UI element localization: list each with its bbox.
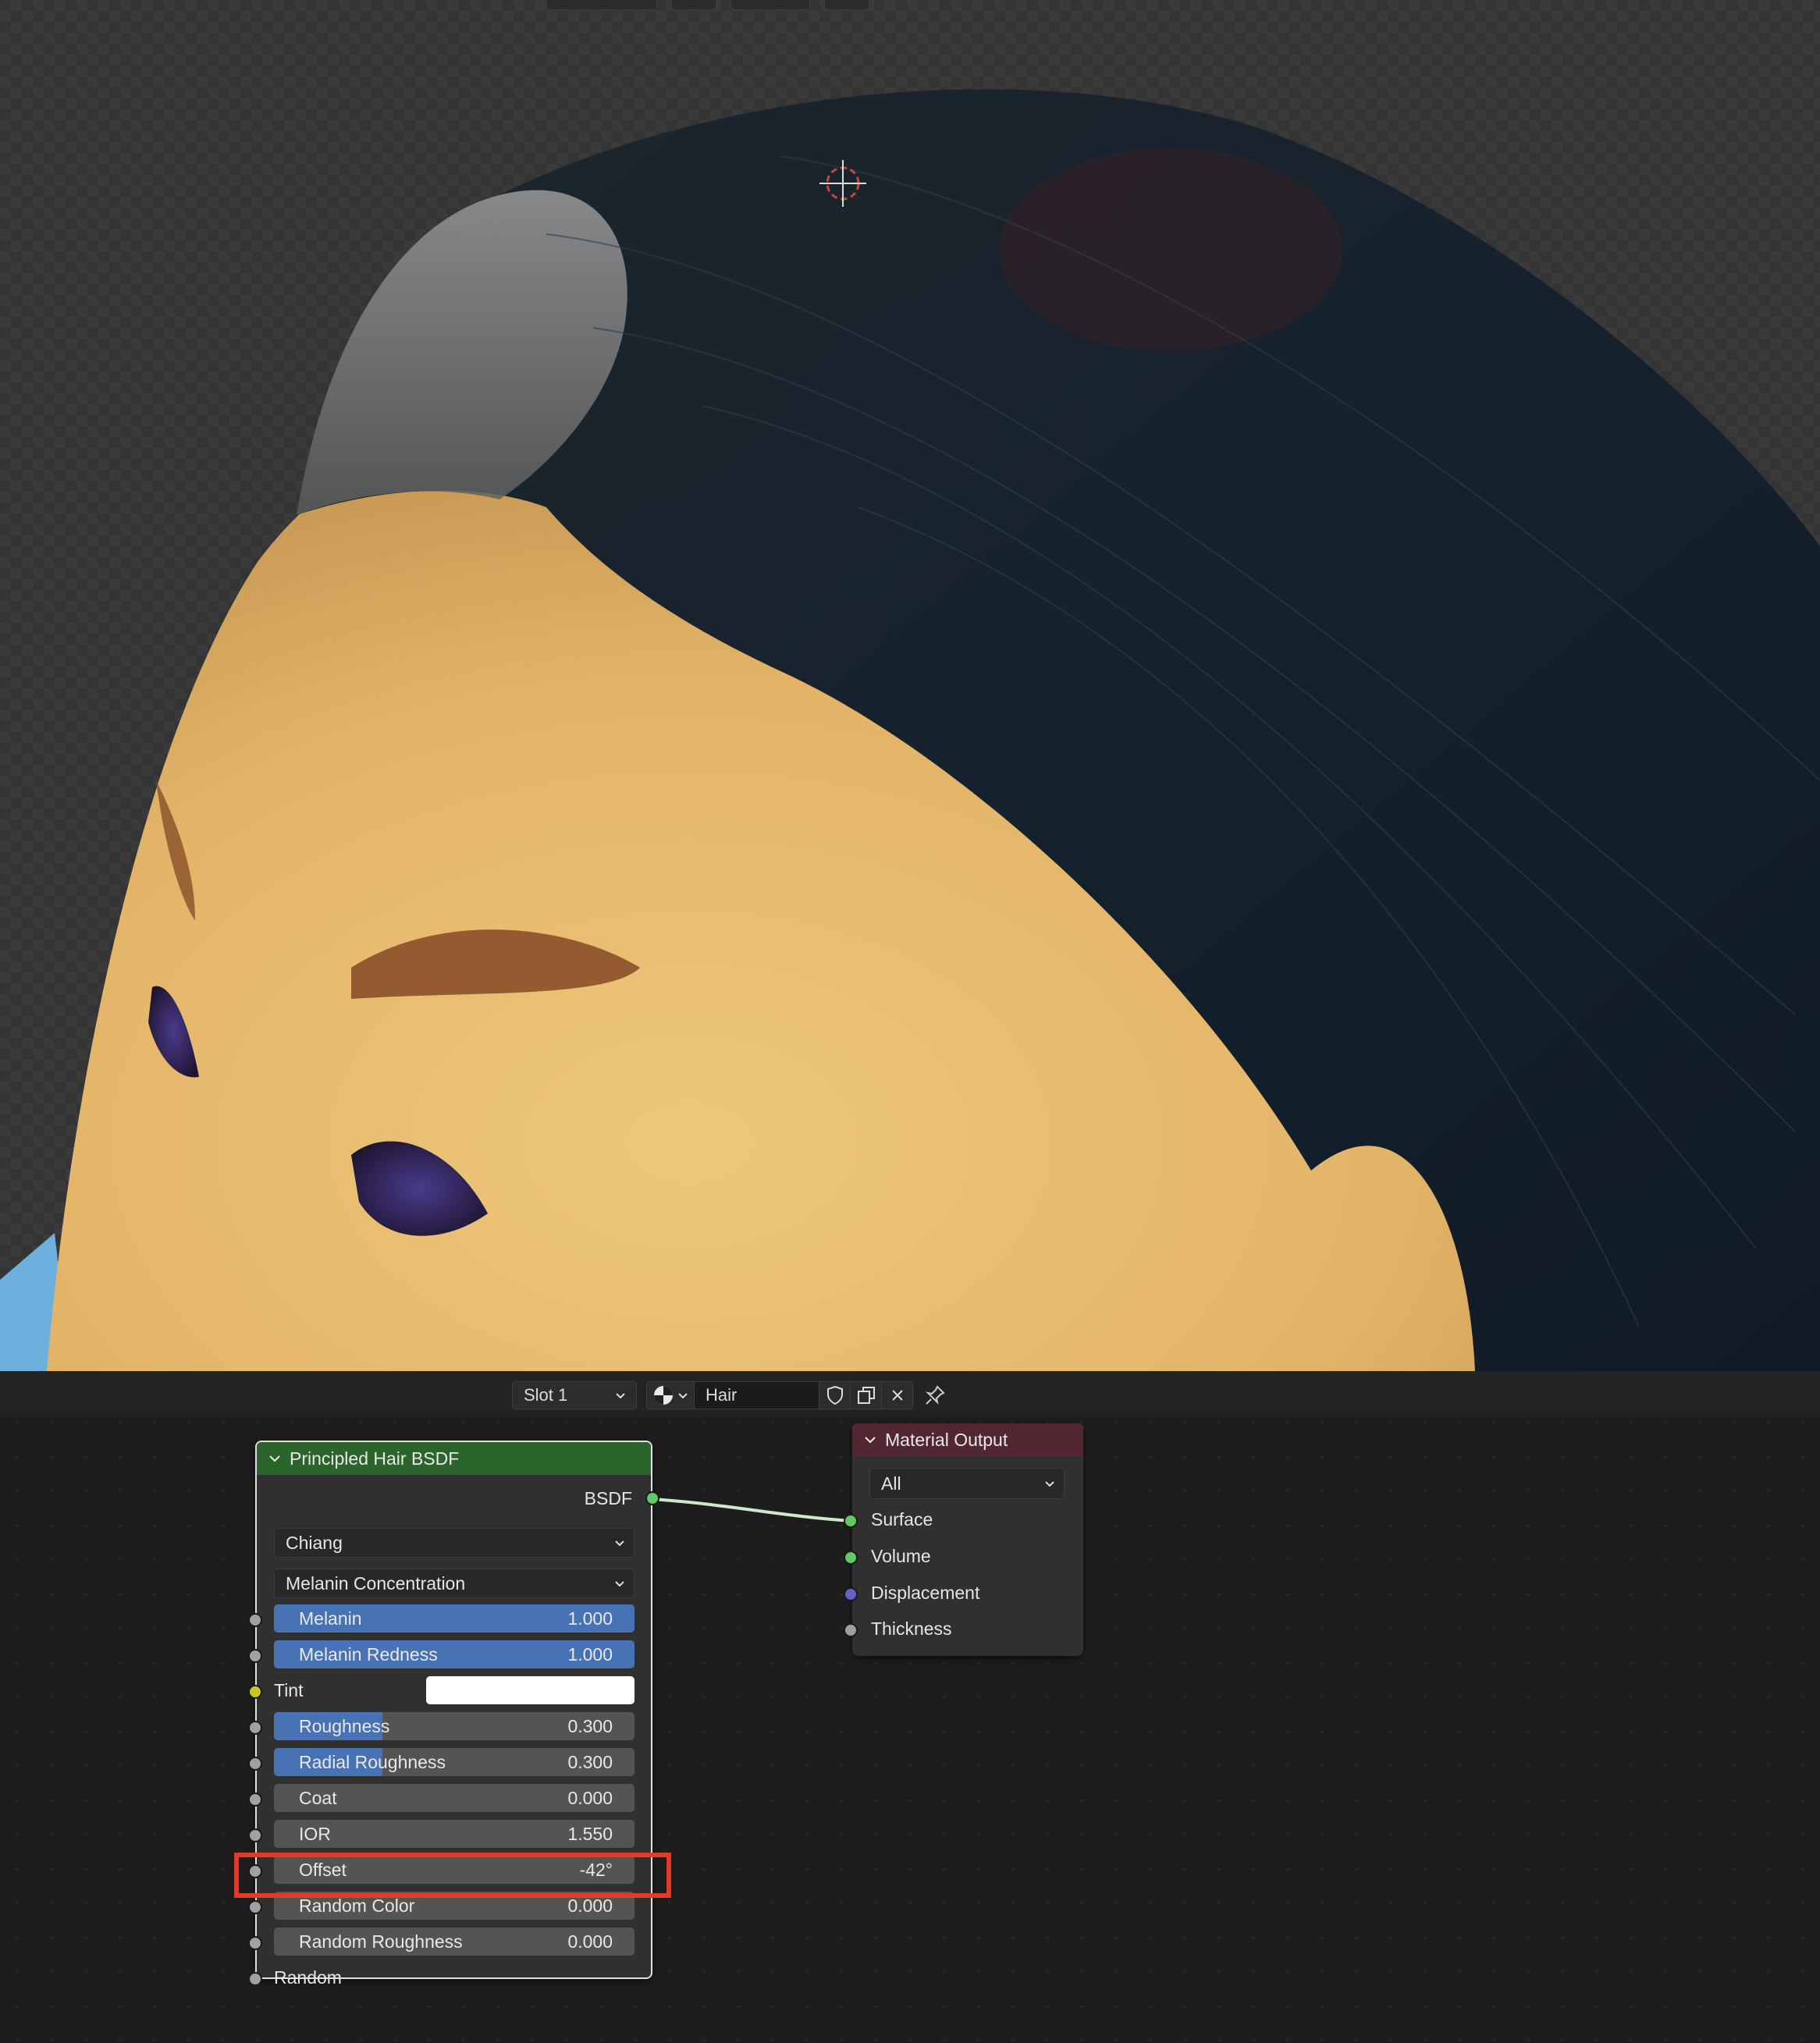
input-label-surface: Surface (871, 1509, 933, 1530)
collapse-chevron-icon[interactable] (863, 1435, 877, 1444)
field-label: Melanin Redness (299, 1644, 438, 1665)
viewport-header (546, 0, 869, 10)
input-label-displacement: Displacement (871, 1583, 980, 1603)
chevron-down-icon (1045, 1481, 1054, 1487)
input-socket-tint[interactable] (248, 1685, 262, 1699)
node-title: Principled Hair BSDF (290, 1448, 460, 1469)
model-value: Chiang (286, 1532, 343, 1553)
material-output-node[interactable]: Material Output All Surface Volume Displ… (844, 1423, 1083, 1656)
transform-orientation-button[interactable] (546, 0, 657, 10)
field-value: 1.000 (567, 1608, 613, 1629)
field-value: 0.000 (567, 1788, 613, 1808)
model-dropdown[interactable]: Chiang (274, 1528, 635, 1558)
input-socket-random-roughness[interactable] (248, 1936, 262, 1950)
radial-roughness-slider[interactable]: Radial Roughness 0.300 (274, 1748, 635, 1776)
input-socket-displacement[interactable] (844, 1587, 858, 1601)
roughness-slider[interactable]: Roughness 0.300 (274, 1712, 635, 1740)
target-value: All (881, 1473, 901, 1494)
coat-slider[interactable]: Coat 0.000 (274, 1784, 635, 1812)
target-dropdown[interactable]: All (869, 1468, 1065, 1499)
input-socket-radial-roughness[interactable] (248, 1757, 262, 1771)
input-socket-roughness[interactable] (248, 1721, 262, 1735)
tint-color-swatch[interactable] (426, 1676, 635, 1704)
pivot-button[interactable] (671, 0, 716, 10)
melanin-redness-slider[interactable]: Melanin Redness 1.000 (274, 1640, 635, 1668)
input-socket-melanin-redness[interactable] (248, 1649, 262, 1663)
input-socket-melanin[interactable] (248, 1613, 262, 1627)
field-value: 1.000 (567, 1644, 613, 1665)
input-socket-volume[interactable] (844, 1551, 858, 1565)
field-value: 1.550 (567, 1824, 613, 1844)
input-socket-random-color[interactable] (248, 1900, 262, 1914)
melanin-slider[interactable]: Melanin 1.000 (274, 1604, 635, 1633)
input-label-volume: Volume (871, 1546, 931, 1566)
field-label: Radial Roughness (299, 1752, 446, 1772)
parametrization-value: Melanin Concentration (286, 1572, 466, 1594)
render-preview (0, 89, 1820, 1371)
input-socket-coat[interactable] (248, 1793, 262, 1807)
field-label: Melanin (299, 1608, 362, 1629)
input-socket-random[interactable] (248, 1972, 262, 1986)
tint-label: Tint (274, 1680, 304, 1700)
random-roughness-slider[interactable]: Random Roughness 0.000 (274, 1928, 635, 1956)
input-socket-ior[interactable] (248, 1828, 262, 1842)
field-label: Random Roughness (299, 1931, 463, 1952)
output-socket-bsdf[interactable] (645, 1491, 659, 1505)
field-label: Coat (299, 1788, 337, 1808)
shader-node-editor[interactable]: Slot 1 Hair Principled Hair BSDF BSDF Ch… (0, 1371, 1820, 2043)
output-label-bsdf: BSDF (584, 1488, 632, 1508)
random-label: Random (274, 1967, 342, 1988)
ior-field[interactable]: IOR 1.550 (274, 1820, 635, 1848)
input-socket-thickness[interactable] (844, 1623, 858, 1637)
proportional-edit-button[interactable] (824, 0, 869, 10)
field-label: Roughness (299, 1716, 390, 1736)
3d-viewport[interactable] (0, 0, 1820, 1371)
chevron-down-icon (615, 1540, 624, 1547)
field-value: 0.300 (567, 1716, 613, 1736)
field-value: 0.000 (567, 1931, 613, 1952)
input-socket-surface[interactable] (844, 1514, 858, 1528)
field-label: IOR (299, 1824, 331, 1844)
node-title: Material Output (885, 1429, 1008, 1450)
collapse-chevron-icon[interactable] (268, 1454, 282, 1463)
snapping-button[interactable] (730, 0, 810, 10)
node-header[interactable]: Principled Hair BSDF (257, 1442, 651, 1475)
field-value: 0.300 (567, 1752, 613, 1772)
principled-hair-bsdf-node[interactable]: Principled Hair BSDF BSDF Chiang Melanin… (248, 1441, 659, 1988)
parametrization-dropdown[interactable]: Melanin Concentration (274, 1569, 635, 1598)
offset-highlight-box (234, 1853, 671, 1898)
node-header[interactable]: Material Output (852, 1423, 1083, 1456)
chevron-down-icon (615, 1581, 624, 1587)
input-label-thickness: Thickness (871, 1618, 952, 1639)
